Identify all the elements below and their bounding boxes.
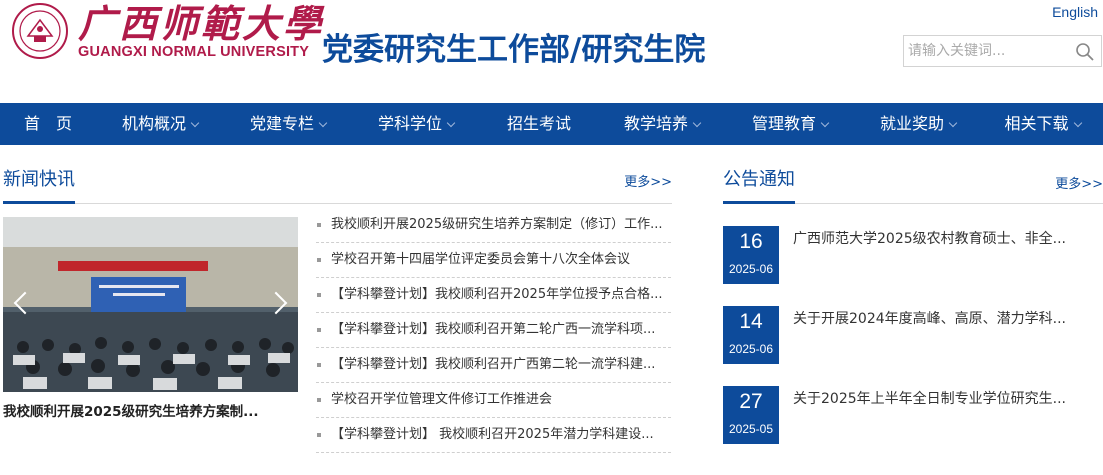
news-item[interactable]: 学校召开学位管理文件修订工作推进会 <box>316 383 671 418</box>
site-title: 党委研究生工作部/研究生院 <box>322 32 706 68</box>
chevron-right-icon <box>264 291 288 315</box>
nav-label: 学科学位 <box>377 114 442 133</box>
nav-label: 党建专栏 <box>249 114 314 133</box>
section-title-underline <box>3 201 75 204</box>
notice-year-month: 2025-06 <box>728 342 774 356</box>
section-title-underline <box>723 201 795 204</box>
news-item[interactable]: 【学科攀登计划】我校顺利召开2025年学位授予点合格... <box>316 278 671 313</box>
notice-item[interactable]: 16 2025-06 广西师范大学2025级农村教育硕士、非全... <box>723 226 1103 288</box>
news-item[interactable]: 【学科攀登计划】 我校顺利召开2025年潜力学科建设... <box>316 418 671 453</box>
nav-label: 管理教育 <box>751 114 816 133</box>
news-section-title: 新闻快讯 <box>3 169 75 190</box>
nav-item-admission[interactable]: 招生考试 <box>480 103 598 145</box>
notice-day: 16 <box>739 230 763 253</box>
notice-date-badge: 16 2025-06 <box>723 226 779 284</box>
notice-year-month: 2025-05 <box>728 422 774 436</box>
nav-item-management[interactable]: 管理教育 <box>726 103 854 145</box>
nav-item-downloads[interactable]: 相关下载 <box>982 103 1103 145</box>
nav-label: 机构概况 <box>121 114 186 133</box>
nav-item-teaching[interactable]: 教学培养 <box>598 103 726 145</box>
chevron-left-icon <box>13 291 37 315</box>
notice-section-header: 公告通知 更多>> <box>723 165 1103 205</box>
chevron-down-icon <box>820 118 830 128</box>
nav-label: 就业奖助 <box>879 114 944 133</box>
chevron-down-icon <box>948 118 958 128</box>
search-icon[interactable] <box>1075 42 1095 62</box>
news-item[interactable]: 【学科攀登计划】我校顺利召开第二轮广西一流学科项... <box>316 313 671 348</box>
notice-date-badge: 14 2025-06 <box>723 306 779 364</box>
nav-item-party[interactable]: 党建专栏 <box>224 103 352 145</box>
chevron-down-icon <box>1073 118 1082 128</box>
notice-item[interactable]: 14 2025-06 关于开展2024年度高峰、高原、潜力学科... <box>723 306 1103 368</box>
chevron-down-icon <box>446 118 456 128</box>
nav-label: 相关下载 <box>1004 114 1069 133</box>
logo-chinese-name: 广西师範大學 <box>78 1 325 46</box>
nav-label: 招生考试 <box>506 114 571 133</box>
nav-item-employment[interactable]: 就业奖助 <box>854 103 982 145</box>
search-box <box>903 35 1102 67</box>
notice-title[interactable]: 关于开展2024年度高峰、高原、潜力学科... <box>793 308 1083 328</box>
notice-date-badge: 27 2025-05 <box>723 386 779 444</box>
slide-photo <box>3 217 298 392</box>
news-item[interactable]: 【学科攀登计划】我校顺利召开广西第二轮一流学科建... <box>316 348 671 383</box>
site-header: 广西师範大學 GUANGXI NORMAL UNIVERSITY 党委研究生工作… <box>0 0 1103 103</box>
news-list: 我校顺利开展2025级研究生培养方案制定（修订）工作... 学校召开第十四届学位… <box>316 208 671 453</box>
search-input[interactable] <box>904 36 1072 66</box>
notice-more-link[interactable]: 更多>> <box>1055 173 1103 192</box>
news-more-link[interactable]: 更多>> <box>624 171 672 190</box>
notice-day: 14 <box>739 310 763 333</box>
nav-item-home[interactable]: 首 页 <box>0 103 96 145</box>
chevron-down-icon <box>692 118 702 128</box>
news-section-header: 新闻快讯 更多>> <box>3 165 672 205</box>
news-item[interactable]: 我校顺利开展2025级研究生培养方案制定（修订）工作... <box>316 208 671 243</box>
news-image-slider[interactable] <box>3 217 298 392</box>
notice-day: 27 <box>739 390 763 413</box>
nav-item-degree[interactable]: 学科学位 <box>352 103 480 145</box>
university-logo[interactable]: 广西师範大學 GUANGXI NORMAL UNIVERSITY <box>10 2 321 64</box>
notice-section-title: 公告通知 <box>723 169 795 190</box>
chevron-down-icon <box>190 118 200 128</box>
main-nav: 首 页 机构概况 党建专栏 学科学位 招生考试 教学培养 管理教育 就业奖助 相… <box>0 103 1103 145</box>
nav-label: 首 页 <box>23 114 72 133</box>
notice-title[interactable]: 关于2025年上半年全日制专业学位研究生... <box>793 388 1083 408</box>
notice-item[interactable]: 27 2025-05 关于2025年上半年全日制专业学位研究生... <box>723 386 1103 448</box>
notice-year-month: 2025-06 <box>728 262 774 276</box>
section-divider <box>3 203 672 204</box>
english-link[interactable]: English <box>1052 4 1098 20</box>
university-seal-icon <box>12 3 68 59</box>
logo-english-name: GUANGXI NORMAL UNIVERSITY <box>78 44 310 60</box>
slider-prev-button[interactable] <box>11 289 37 319</box>
slider-next-button[interactable] <box>264 289 290 319</box>
nav-item-about[interactable]: 机构概况 <box>96 103 224 145</box>
nav-label: 教学培养 <box>623 114 688 133</box>
slide-caption-link[interactable]: 我校顺利开展2025级研究生培养方案制... <box>3 400 298 420</box>
chevron-down-icon <box>318 118 328 128</box>
notice-title[interactable]: 广西师范大学2025级农村教育硕士、非全... <box>793 228 1083 248</box>
news-item[interactable]: 学校召开第十四届学位评定委员会第十八次全体会议 <box>316 243 671 278</box>
